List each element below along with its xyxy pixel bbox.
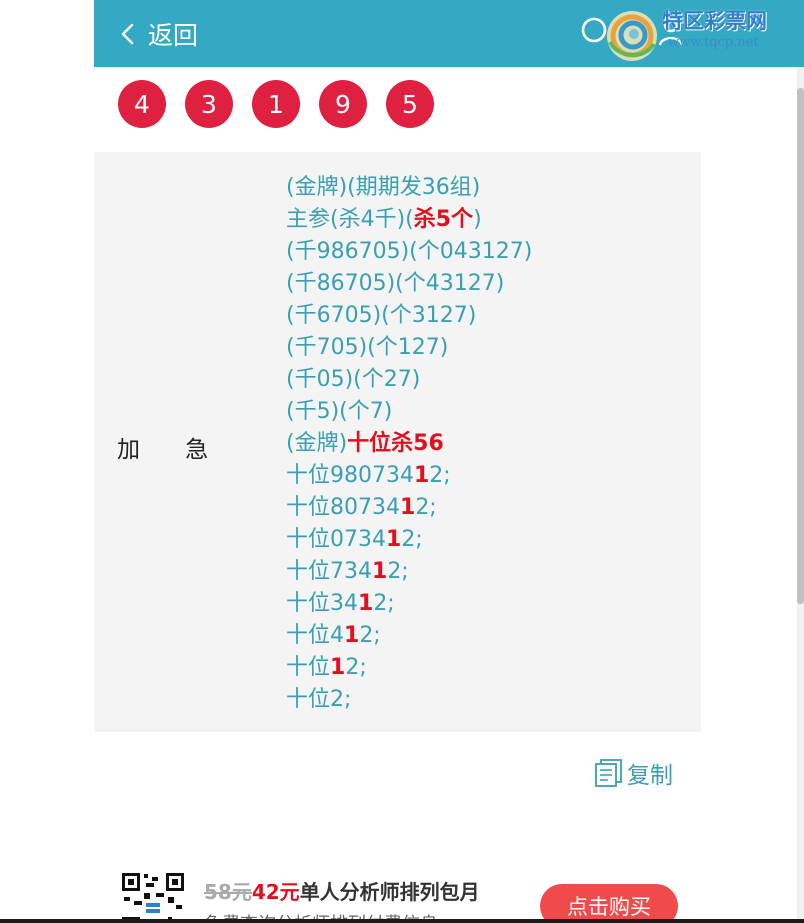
- copy-label: 复制: [627, 763, 673, 789]
- prediction-line: (千86705)(个43127): [286, 268, 532, 300]
- highlight-text: 1: [344, 623, 360, 648]
- highlight-text: 杀5个: [413, 207, 474, 232]
- prediction-line: 十位3412;: [286, 588, 532, 620]
- content-panel: 加 急 (金牌)(期期发36组) 主参(杀4千)(杀5个) (千986705)(个0…: [94, 152, 701, 732]
- line-text: (金牌): [286, 431, 348, 456]
- line-text: (千5)(个7): [286, 399, 393, 424]
- line-text: 2;: [387, 559, 409, 584]
- qr-code-icon: [120, 871, 186, 923]
- copy-button[interactable]: 复制: [594, 756, 673, 790]
- line-text: (金牌)(期期发36组): [286, 175, 481, 200]
- price-old: 58元: [204, 880, 252, 904]
- watermark-brand: 特区彩票网: [662, 9, 767, 33]
- promo-title-text: 单人分析师排列包月: [299, 880, 480, 904]
- buy-button[interactable]: 点击购买: [540, 884, 678, 923]
- line-text: ): [473, 207, 482, 232]
- chevron-left-icon: [121, 23, 134, 45]
- prediction-line: (千705)(个127): [286, 332, 532, 364]
- prediction-line: 十位8073412;: [286, 492, 532, 524]
- prediction-line: (千5)(个7): [286, 396, 532, 428]
- prediction-line: (千6705)(个3127): [286, 300, 532, 332]
- highlight-text: 1: [400, 495, 416, 520]
- line-text: 2;: [345, 655, 367, 680]
- prediction-lines: (金牌)(期期发36组) 主参(杀4千)(杀5个) (千986705)(个04312…: [286, 172, 532, 716]
- copy-icon: [595, 759, 622, 787]
- highlight-text: 1: [372, 559, 388, 584]
- watermark-url: www.tqcp.net: [668, 35, 759, 50]
- line-text: 十位0734: [286, 527, 386, 552]
- line-text: (千05)(个27): [286, 367, 421, 392]
- draw-result-balls: 43195: [118, 80, 453, 128]
- result-ball: 5: [386, 80, 434, 128]
- back-button[interactable]: 返回: [116, 14, 198, 54]
- promo-banner: 58元42元单人分析师排列包月 免费查询分析师排列付费信息 点击购买: [120, 870, 700, 923]
- back-label: 返回: [148, 21, 199, 50]
- prediction-line: 十位073412;: [286, 524, 532, 556]
- prediction-line: (千05)(个27): [286, 364, 532, 396]
- line-text: 主参(杀4千)(: [286, 207, 414, 232]
- line-text: 十位: [286, 655, 331, 680]
- result-ball: 4: [118, 80, 166, 128]
- prediction-line: (千986705)(个043127): [286, 236, 532, 268]
- app-root: 返回 特区彩票网 www.tqcp.net 43195 加 急 (金牌)(期期发…: [0, 0, 804, 923]
- prediction-line: (金牌)(期期发36组): [286, 172, 532, 204]
- line-text: (千986705)(个043127): [286, 239, 533, 264]
- result-ball: 9: [319, 80, 367, 128]
- result-ball: 1: [252, 80, 300, 128]
- promo-title: 58元42元单人分析师排列包月: [204, 876, 480, 905]
- prediction-line: 十位2;: [286, 684, 532, 716]
- line-text: 十位980734: [286, 463, 414, 488]
- highlight-text: 1: [413, 463, 430, 488]
- highlight-text: 1: [358, 591, 374, 616]
- prediction-line: 十位98073412;: [286, 460, 532, 492]
- highlight-text: 十位杀56: [347, 431, 444, 456]
- line-text: 十位2;: [286, 687, 352, 712]
- line-text: 十位34: [286, 591, 358, 616]
- line-text: 2;: [359, 623, 381, 648]
- line-text: 十位80734: [286, 495, 400, 520]
- prediction-line: 十位412;: [286, 620, 532, 652]
- prediction-line: 主参(杀4千)(杀5个): [286, 204, 532, 236]
- highlight-text: 1: [330, 655, 346, 680]
- highlight-text: 1: [386, 527, 402, 552]
- scrollbar-thumb[interactable]: [797, 88, 804, 604]
- watermark-text: 特区彩票网 www.tqcp.net: [662, 8, 767, 52]
- line-text: 2;: [373, 591, 395, 616]
- line-text: (千705)(个127): [286, 335, 449, 360]
- bottom-border: [0, 919, 804, 923]
- swirl-logo-icon: [607, 11, 657, 61]
- line-text: 2;: [401, 527, 423, 552]
- watermark: 特区彩票网 www.tqcp.net: [604, 8, 800, 68]
- prediction-line: (金牌)十位杀56: [286, 428, 532, 460]
- line-text: 十位734: [286, 559, 372, 584]
- line-text: (千86705)(个43127): [286, 271, 505, 296]
- line-text: (千6705)(个3127): [286, 303, 477, 328]
- line-text: 2;: [429, 463, 451, 488]
- line-text: 2;: [415, 495, 437, 520]
- price-new: 42元: [251, 880, 300, 904]
- prediction-line: 十位73412;: [286, 556, 532, 588]
- row-label: 加 急: [117, 437, 209, 463]
- line-text: 十位4: [286, 623, 344, 648]
- prediction-line: 十位12;: [286, 652, 532, 684]
- result-ball: 3: [185, 80, 233, 128]
